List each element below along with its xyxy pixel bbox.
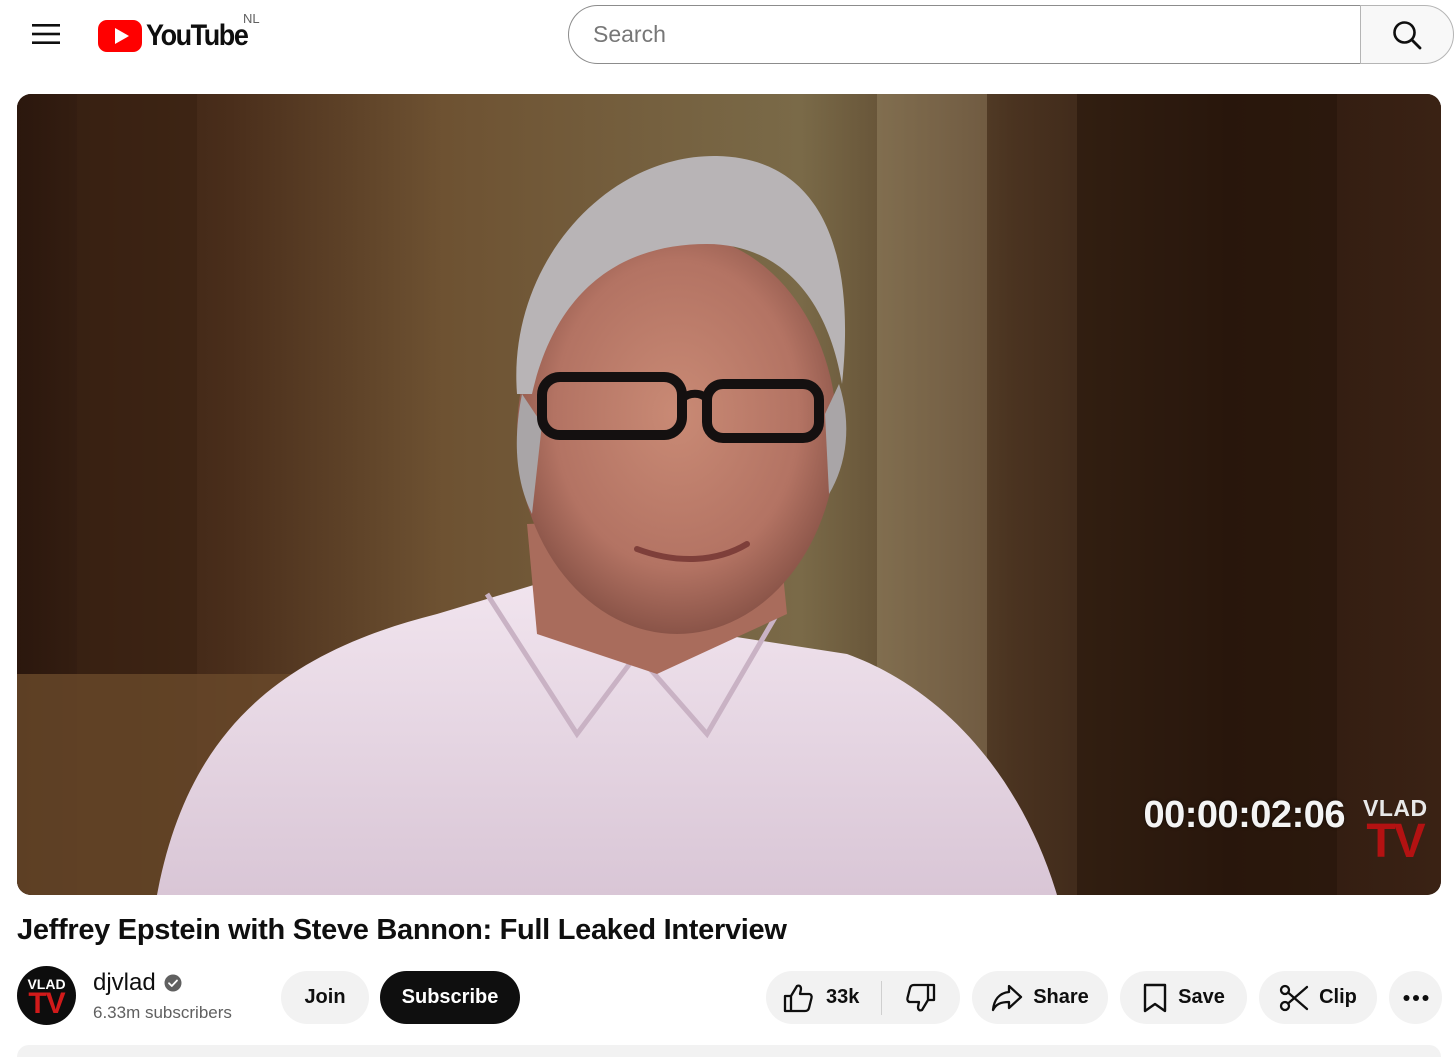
search-icon bbox=[1393, 20, 1422, 49]
more-actions-button[interactable] bbox=[1389, 971, 1442, 1024]
subscribe-button[interactable]: Subscribe bbox=[380, 971, 520, 1024]
save-button[interactable]: Save bbox=[1120, 971, 1247, 1024]
search-box bbox=[568, 5, 1454, 64]
video-title: Jeffrey Epstein with Steve Bannon: Full … bbox=[17, 914, 787, 946]
join-button[interactable]: Join bbox=[281, 971, 369, 1024]
hamburger-menu-icon bbox=[32, 24, 60, 44]
dislike-button[interactable] bbox=[882, 971, 960, 1024]
youtube-play-logo-icon bbox=[98, 20, 142, 52]
description-box[interactable] bbox=[17, 1045, 1441, 1057]
thumbs-up-icon bbox=[783, 983, 813, 1012]
more-horizontal-icon bbox=[1403, 994, 1428, 1001]
avatar-bottom-text: TV bbox=[28, 986, 65, 1020]
search-input[interactable] bbox=[568, 5, 1360, 64]
like-button[interactable]: 33k bbox=[766, 971, 881, 1024]
region-code: NL bbox=[243, 11, 260, 26]
guide-menu-button[interactable] bbox=[22, 12, 70, 56]
watermark-bottom-text: TV bbox=[1366, 815, 1425, 868]
save-label: Save bbox=[1178, 986, 1225, 1008]
youtube-logo[interactable]: YouTube bbox=[98, 16, 259, 56]
channel-name-link[interactable]: djvlad bbox=[93, 969, 182, 997]
thumbs-down-icon bbox=[906, 983, 936, 1012]
timecode-overlay: 00:00:02:06 bbox=[1143, 794, 1345, 836]
share-arrow-icon bbox=[992, 984, 1023, 1011]
video-frame bbox=[17, 94, 1441, 895]
youtube-logo-text: YouTube bbox=[146, 19, 249, 52]
verified-check-icon bbox=[164, 974, 182, 992]
clip-label: Clip bbox=[1319, 986, 1357, 1008]
masthead: YouTube NL bbox=[0, 0, 1456, 70]
search-button[interactable] bbox=[1360, 5, 1454, 64]
like-count: 33k bbox=[826, 986, 860, 1008]
channel-name: djvlad bbox=[93, 969, 156, 996]
share-label: Share bbox=[1033, 986, 1089, 1008]
clip-button[interactable]: Clip bbox=[1259, 971, 1377, 1024]
bookmark-icon bbox=[1143, 983, 1167, 1012]
scissors-icon bbox=[1279, 984, 1309, 1011]
like-dislike-segment: 33k bbox=[766, 971, 960, 1024]
subscriber-count: 6.33m subscribers bbox=[93, 1003, 232, 1022]
channel-avatar[interactable]: VLAD TV bbox=[17, 966, 76, 1025]
share-button[interactable]: Share bbox=[972, 971, 1108, 1024]
vladtv-watermark: VLAD TV bbox=[1363, 796, 1427, 868]
video-player[interactable]: 00:00:02:06 VLAD TV bbox=[17, 94, 1441, 895]
